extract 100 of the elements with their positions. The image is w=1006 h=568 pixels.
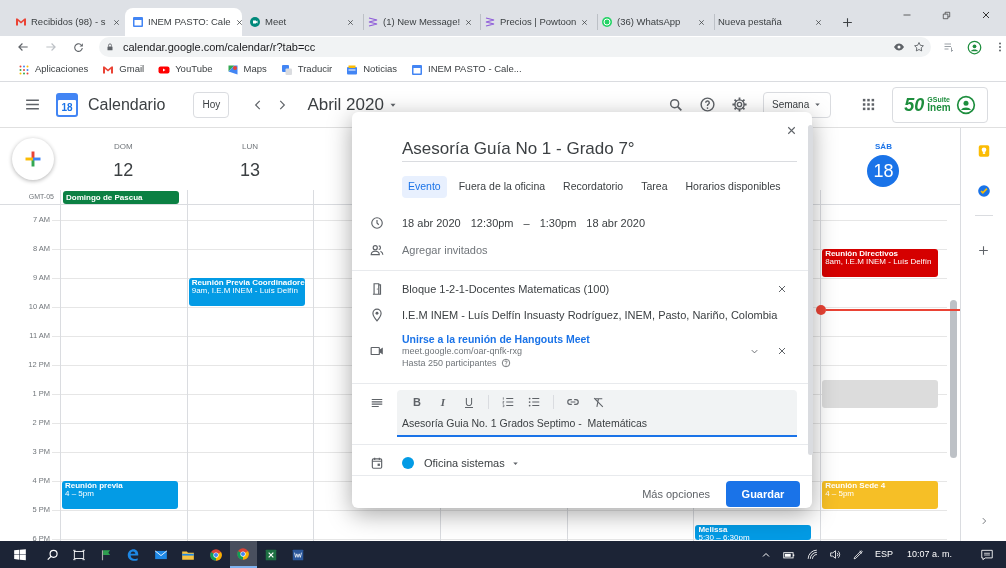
description-field[interactable]: B I U Asesoría Guia No. 1 Grados Septimo - Matemáticas: [397, 390, 797, 437]
map-icon: [226, 63, 239, 76]
new-tab-icon[interactable]: [840, 15, 854, 29]
event-type-tab[interactable]: Recordatorio: [557, 176, 630, 198]
bookmark[interactable]: Noticias: [346, 62, 398, 77]
browser-tab[interactable]: (36) WhatsApp: [593, 8, 710, 36]
bookmark[interactable]: Aplicaciones: [18, 62, 89, 77]
scrollbar[interactable]: [808, 125, 813, 455]
close-icon[interactable]: [697, 17, 706, 27]
month-title[interactable]: Abril 2020: [307, 91, 384, 118]
weekday-label: DOM: [114, 142, 133, 152]
end-time[interactable]: 1:30pm: [539, 214, 577, 232]
notification-icon[interactable]: [980, 547, 994, 562]
meet-link[interactable]: Unirse a la reunión de Hangouts Meet: [402, 333, 749, 345]
browser-tab[interactable]: (1) New Message!: [359, 8, 476, 36]
address-bar[interactable]: calendar.google.com/calendar/r?tab=cc: [99, 37, 931, 57]
date-number[interactable]: 18: [867, 155, 900, 187]
clear-format-icon[interactable]: [592, 395, 605, 409]
date-number[interactable]: 13: [240, 155, 261, 185]
browser-tab[interactable]: Precios | Powtoon: [476, 8, 593, 36]
numbered-list-icon[interactable]: [501, 395, 515, 409]
guests-field[interactable]: Agregar invitados: [402, 241, 488, 259]
help-icon[interactable]: [699, 96, 716, 113]
bookmark[interactable]: Gmail: [102, 62, 145, 77]
reload-icon[interactable]: [72, 40, 85, 54]
event-type-tab[interactable]: Tarea: [635, 176, 674, 198]
clock[interactable]: 10:07 a. m.: [906, 547, 952, 562]
date-number[interactable]: 12: [113, 155, 134, 185]
lock-icon: [105, 42, 115, 52]
all-day-event[interactable]: Domingo de Pascua: [63, 190, 179, 204]
scrollbar[interactable]: [949, 300, 957, 458]
close-icon[interactable]: [464, 17, 474, 27]
browser-tab[interactable]: Nueva pestaña: [710, 8, 827, 36]
browser-tab[interactable]: Recibidos (98) - s: [8, 8, 125, 36]
search-icon[interactable]: [668, 96, 684, 113]
create-button[interactable]: [12, 138, 54, 180]
restore-icon[interactable]: [941, 9, 952, 21]
title-field[interactable]: Asesoría Guía No 1 - Grado 7°: [402, 138, 797, 162]
people-icon: [370, 243, 384, 257]
volume-icon[interactable]: [828, 548, 842, 561]
description-icon: [370, 396, 384, 410]
task-view-icon[interactable]: [71, 547, 86, 562]
door-icon: [370, 282, 384, 296]
underline-button[interactable]: U: [462, 393, 476, 411]
event-type-tab[interactable]: Evento: [402, 176, 447, 198]
close-icon[interactable]: [112, 17, 121, 27]
italic-button[interactable]: I: [436, 393, 450, 411]
apps-grid-icon: [18, 63, 30, 76]
close-icon[interactable]: [234, 17, 244, 27]
apps-icon[interactable]: [861, 97, 876, 112]
pen-icon[interactable]: [851, 548, 865, 561]
bookmark[interactable]: Traducir: [280, 62, 333, 77]
windows-icon[interactable]: [13, 547, 27, 562]
tab-title: Recibidos (98) - s: [31, 14, 107, 29]
remove-icon[interactable]: [776, 283, 788, 295]
close-icon[interactable]: [785, 124, 798, 137]
more-options-button[interactable]: Más opciones: [638, 481, 714, 507]
location-text[interactable]: I.E.M INEM - Luís Delfín Insuasty Rodríguez, INEM, Pasto, Nariño, Colombia: [402, 306, 778, 324]
eye-icon[interactable]: [893, 41, 905, 53]
star-icon[interactable]: [913, 41, 925, 53]
close-icon[interactable]: [580, 17, 590, 27]
meet-note: Hasta 250 participantes: [402, 357, 497, 369]
reading-list-icon[interactable]: [943, 41, 955, 53]
close-icon[interactable]: [814, 17, 823, 27]
calendar-icon: [132, 16, 144, 28]
settings-icon[interactable]: [731, 96, 748, 113]
today-button[interactable]: Hoy: [193, 91, 230, 118]
close-icon[interactable]: [346, 17, 355, 27]
bold-button[interactable]: B: [410, 393, 424, 411]
taskbar-app[interactable]: [229, 541, 257, 568]
profile-icon[interactable]: [967, 39, 982, 55]
help-icon[interactable]: [500, 358, 511, 368]
calendar-dropdown[interactable]: Oficina sistemas: [424, 454, 520, 472]
language-indicator[interactable]: ESP: [874, 547, 893, 562]
video-icon: [370, 344, 384, 358]
bookmark[interactable]: YouTube: [158, 62, 213, 77]
end-date[interactable]: 18 abr 2020: [586, 214, 646, 232]
back-icon[interactable]: [16, 40, 30, 54]
start-date[interactable]: 18 abr 2020: [402, 214, 461, 232]
tab-title: Meet: [265, 14, 288, 29]
bookmark[interactable]: Maps: [226, 62, 267, 77]
save-button[interactable]: Guardar: [726, 481, 800, 507]
calendar-event[interactable]: Reunión Directivos 8am, I.E.M INEM - Luís Delfín: [822, 249, 939, 277]
close-icon[interactable]: [980, 9, 992, 21]
bullet-list-icon[interactable]: [527, 395, 541, 409]
event-type-tab[interactable]: Fuera de la oficina: [452, 176, 552, 198]
event-time: 4 – 5pm: [65, 490, 95, 498]
event-type-tab[interactable]: Horarios disponibles: [679, 176, 787, 198]
room-text[interactable]: Bloque 1-2-1-Docentes Matematicas (100): [402, 280, 610, 298]
start-time[interactable]: 12:30pm: [470, 214, 514, 232]
event-title: Reunión Sede 4: [825, 482, 887, 490]
add-icon[interactable]: [977, 244, 990, 257]
search-icon[interactable]: [45, 547, 60, 562]
wifi-icon[interactable]: [805, 548, 819, 561]
bookmark[interactable]: INEM PASTO - Cale...: [411, 62, 522, 77]
event-time: 4 – 5pm: [825, 490, 856, 498]
tasks-icon[interactable]: [976, 184, 991, 198]
remove-icon[interactable]: [776, 345, 788, 357]
browser-tab[interactable]: Meet: [242, 8, 359, 36]
browser-tab[interactable]: INEM PASTO: Cale: [125, 8, 242, 36]
